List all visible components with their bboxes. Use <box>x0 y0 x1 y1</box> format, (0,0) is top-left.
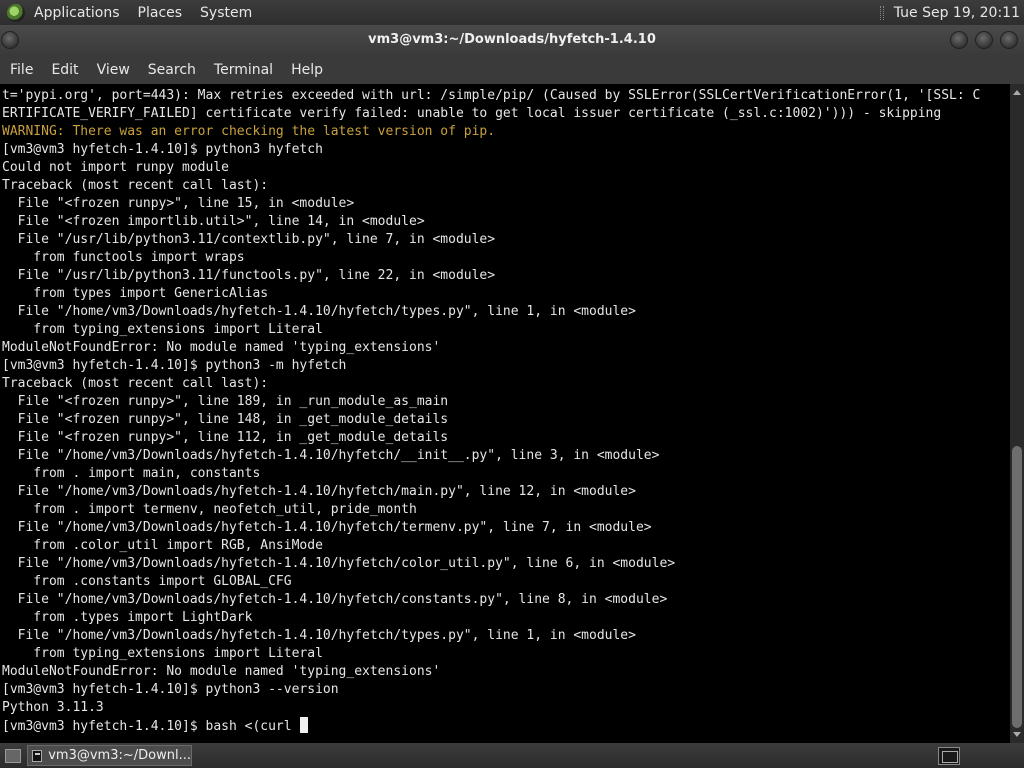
terminal-line: File "/home/vm3/Downloads/hyfetch-1.4.10… <box>2 592 668 607</box>
terminal-text: t='pypi.org', port=443): Max retries exc… <box>0 84 1010 735</box>
terminal-line: File "<frozen runpy>", line 112, in _get… <box>2 430 449 445</box>
terminal-line: File "/usr/lib/python3.11/functools.py",… <box>2 268 496 283</box>
terminal-line: ModuleNotFoundError: No module named 'ty… <box>2 340 441 355</box>
terminal-line: File "/home/vm3/Downloads/hyfetch-1.4.10… <box>2 556 676 571</box>
terminal-line: from functools import wraps <box>2 250 245 265</box>
terminal-line: Traceback (most recent call last): <box>2 376 269 391</box>
close-button[interactable] <box>1000 31 1018 49</box>
maximize-button[interactable] <box>975 31 993 49</box>
top-panel: Applications Places System Tue Sep 19, 2… <box>0 0 1024 25</box>
distro-logo-icon[interactable] <box>7 3 25 22</box>
terminal-line: File "<frozen runpy>", line 15, in <modu… <box>2 196 355 211</box>
terminal-line: File "/home/vm3/Downloads/hyfetch-1.4.10… <box>2 448 660 463</box>
terminal-line: from .constants import GLOBAL_CFG <box>2 574 292 589</box>
terminal-line: File "/home/vm3/Downloads/hyfetch-1.4.10… <box>2 484 636 499</box>
terminal-line: ERTIFICATE_VERIFY_FAILED] certificate ve… <box>2 106 942 121</box>
terminal-scrollbar[interactable] <box>1010 84 1024 743</box>
show-desktop-icon[interactable] <box>5 748 21 763</box>
minimize-button[interactable] <box>950 31 968 49</box>
terminal-line: Traceback (most recent call last): <box>2 178 269 193</box>
terminal-line: [vm3@vm3 hyfetch-1.4.10]$ python3 -m hyf… <box>2 358 347 373</box>
terminal-line: File "<frozen importlib.util>", line 14,… <box>2 214 425 229</box>
terminal-line: ModuleNotFoundError: No module named 'ty… <box>2 664 441 679</box>
menu-edit[interactable]: Edit <box>51 62 78 78</box>
terminal-line: File "<frozen runpy>", line 148, in _get… <box>2 412 449 427</box>
terminal-line: from types import GenericAlias <box>2 286 269 301</box>
applications-menu[interactable]: Applications <box>34 5 120 21</box>
terminal-line: Python 3.11.3 <box>2 700 104 715</box>
terminal-line: [vm3@vm3 hyfetch-1.4.10]$ python3 hyfetc… <box>2 142 323 157</box>
taskbar-terminal-label: vm3@vm3:~/Downl... <box>48 748 191 763</box>
terminal-line: [vm3@vm3 hyfetch-1.4.10]$ python3 --vers… <box>2 682 339 697</box>
terminal-line: File "/home/vm3/Downloads/hyfetch-1.4.10… <box>2 628 636 643</box>
clock[interactable]: Tue Sep 19, 20:11 <box>894 5 1020 21</box>
menu-file[interactable]: File <box>10 62 33 78</box>
panel-separator <box>879 5 884 20</box>
terminal-line: File "/home/vm3/Downloads/hyfetch-1.4.10… <box>2 304 636 319</box>
terminal-line: File "/home/vm3/Downloads/hyfetch-1.4.10… <box>2 520 652 535</box>
menu-view[interactable]: View <box>97 62 130 78</box>
terminal-line: File "/usr/lib/python3.11/contextlib.py"… <box>2 232 496 247</box>
menu-help[interactable]: Help <box>291 62 323 78</box>
terminal-icon <box>32 749 43 762</box>
scroll-thumb[interactable] <box>1012 446 1022 728</box>
system-menu[interactable]: System <box>200 5 252 21</box>
terminal-cursor <box>300 717 309 733</box>
terminal-prompt-line: [vm3@vm3 hyfetch-1.4.10]$ bash <(curl <box>2 717 1010 735</box>
terminal-line: t='pypi.org', port=443): Max retries exc… <box>2 88 981 103</box>
window-title: vm3@vm3:~/Downloads/hyfetch-1.4.10 <box>368 32 656 47</box>
terminal-line: from .types import LightDark <box>2 610 253 625</box>
menu-search[interactable]: Search <box>148 62 196 78</box>
places-menu[interactable]: Places <box>138 5 183 21</box>
scroll-up-arrow-icon[interactable] <box>1013 90 1021 95</box>
terminal-line: from . import main, constants <box>2 466 261 481</box>
taskbar-terminal-button[interactable]: vm3@vm3:~/Downl... <box>27 745 192 766</box>
terminal-line: WARNING: There was an error checking the… <box>2 124 496 139</box>
terminal-menubar: File Edit View Search Terminal Help <box>0 55 1024 84</box>
terminal-line: from typing_extensions import Literal <box>2 322 323 337</box>
menu-terminal[interactable]: Terminal <box>214 62 273 78</box>
workspace-switcher-icon[interactable] <box>938 746 960 765</box>
terminal-output[interactable]: t='pypi.org', port=443): Max retries exc… <box>0 84 1010 743</box>
terminal-line: File "<frozen runpy>", line 189, in _run… <box>2 394 449 409</box>
terminal-line: from .color_util import RGB, AnsiMode <box>2 538 323 553</box>
window-menu-button[interactable] <box>1 31 19 49</box>
window-titlebar[interactable]: vm3@vm3:~/Downloads/hyfetch-1.4.10 <box>0 25 1024 55</box>
scroll-down-arrow-icon[interactable] <box>1013 732 1021 737</box>
bottom-panel: vm3@vm3:~/Downl... <box>0 743 1024 768</box>
terminal-prompt-text: [vm3@vm3 hyfetch-1.4.10]$ bash <(curl <box>2 719 300 734</box>
terminal-line: from typing_extensions import Literal <box>2 646 323 661</box>
terminal-line: from . import termenv, neofetch_util, pr… <box>2 502 417 517</box>
terminal-line: Could not import runpy module <box>2 160 229 175</box>
